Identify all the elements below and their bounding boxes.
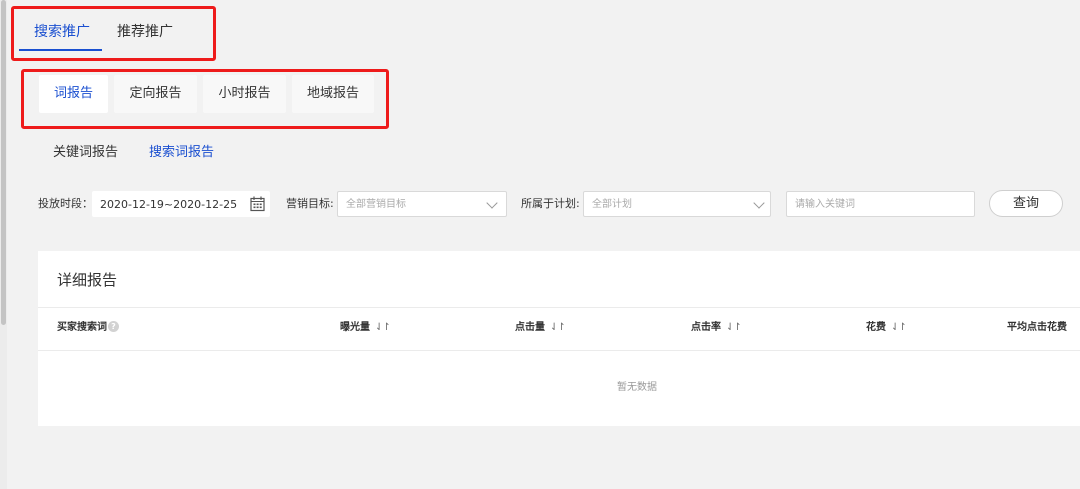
tab-search-term-report[interactable]: 搜索词报告: [149, 144, 214, 162]
marketing-goal-placeholder: 全部营销目标: [346, 199, 406, 210]
panel-title: 详细报告: [57, 271, 118, 289]
plan-label: 所属于计划:: [521, 197, 580, 210]
empty-state-text: 暂无数据: [617, 382, 657, 393]
sort-icon[interactable]: ⇃↾: [375, 322, 391, 333]
column-label: 曝光量: [340, 322, 370, 333]
date-range-label: 投放时段：: [38, 197, 93, 210]
calendar-icon[interactable]: [250, 196, 265, 216]
column-label: 买家搜索词: [57, 322, 107, 333]
column-header-avg-cpc[interactable]: 平均点击花费: [1007, 320, 1080, 336]
plan-placeholder: 全部计划: [592, 199, 632, 210]
sort-icon[interactable]: ⇃↾: [726, 322, 742, 333]
column-label: 花费: [866, 322, 886, 333]
keyword-placeholder: 请输入关键词: [795, 199, 855, 210]
sort-icon[interactable]: ⇃↾: [550, 322, 566, 333]
chevron-down-icon: [753, 197, 765, 209]
date-range-value: 2020-12-19~2020-12-25: [100, 198, 238, 211]
keyword-input[interactable]: 请输入关键词: [786, 191, 975, 217]
marketing-goal-select[interactable]: 全部营销目标: [337, 191, 507, 217]
highlight-box-promo-tabs: [11, 6, 216, 61]
help-icon[interactable]: ?: [108, 321, 119, 332]
column-header-ctr[interactable]: 点击率 ⇃↾: [691, 320, 742, 336]
marketing-goal-label: 营销目标:: [286, 197, 334, 210]
divider: [38, 307, 1080, 308]
chevron-down-icon: [486, 197, 498, 209]
tab-keyword-report[interactable]: 关键词报告: [53, 144, 118, 162]
detail-report-panel: [38, 251, 1080, 426]
sort-icon[interactable]: ⇃↾: [891, 322, 907, 333]
column-label: 平均点击花费: [1007, 322, 1067, 333]
query-button[interactable]: 查询: [989, 190, 1063, 217]
scrollbar-thumb[interactable]: [1, 0, 6, 325]
column-header-clicks[interactable]: 点击量 ⇃↾: [515, 320, 566, 336]
highlight-box-report-tabs: [21, 69, 389, 129]
column-label: 点击量: [515, 322, 545, 333]
divider: [38, 350, 1080, 351]
column-label: 点击率: [691, 322, 721, 333]
column-header-search-term: 买家搜索词?: [57, 320, 119, 336]
plan-select[interactable]: 全部计划: [583, 191, 771, 217]
column-header-impressions[interactable]: 曝光量 ⇃↾: [340, 320, 391, 336]
column-header-cost[interactable]: 花费 ⇃↾: [866, 320, 907, 336]
date-range-picker[interactable]: 2020-12-19~2020-12-25: [92, 191, 270, 217]
